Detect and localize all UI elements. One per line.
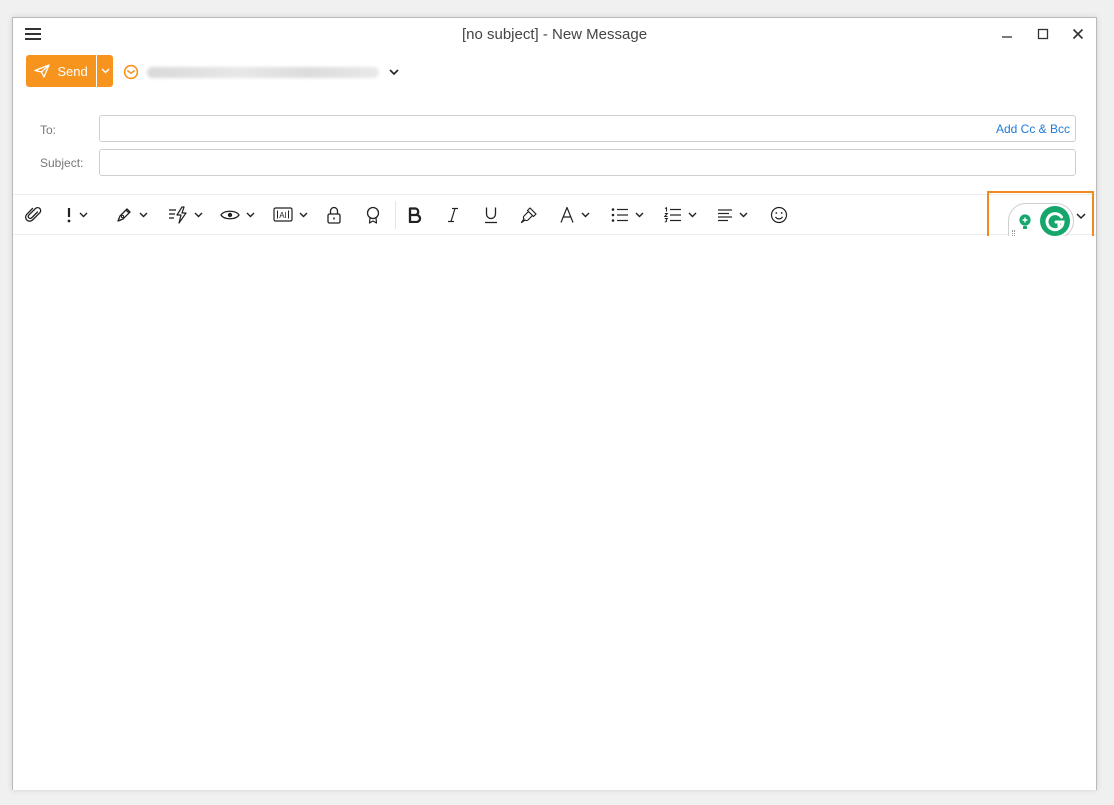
send-button-group: Send bbox=[26, 55, 113, 87]
grammarly-logo-icon bbox=[1040, 206, 1070, 236]
chevron-down-icon bbox=[101, 68, 109, 74]
subject-field[interactable] bbox=[99, 149, 1076, 176]
message-body-editor[interactable] bbox=[13, 236, 1096, 790]
toolbar-separator bbox=[395, 201, 396, 229]
send-icon bbox=[34, 64, 50, 78]
maximize-button[interactable] bbox=[1029, 24, 1057, 44]
compose-window: [no subject] - New Message Send To: Add … bbox=[12, 17, 1097, 790]
quick-text-icon bbox=[169, 206, 187, 224]
font-color-icon bbox=[560, 206, 574, 223]
chevron-down-icon bbox=[688, 212, 697, 218]
signature-button[interactable] bbox=[115, 204, 148, 226]
chevron-down-icon bbox=[389, 68, 399, 75]
chevron-down-icon bbox=[299, 212, 308, 218]
title-bar: [no subject] - New Message bbox=[13, 18, 1096, 50]
to-label: To: bbox=[40, 123, 57, 137]
attach-button[interactable] bbox=[25, 204, 43, 226]
certificate-icon bbox=[366, 206, 380, 224]
window-title: [no subject] - New Message bbox=[461, 26, 648, 43]
chevron-down-icon bbox=[194, 212, 203, 218]
to-field[interactable]: Add Cc & Bcc bbox=[99, 115, 1076, 142]
bold-button[interactable] bbox=[408, 204, 422, 226]
from-account-selector[interactable] bbox=[123, 62, 399, 82]
account-envelope-icon bbox=[123, 64, 139, 80]
formatting-toolbar: AI bbox=[13, 194, 1096, 235]
chevron-down-icon[interactable] bbox=[1076, 213, 1086, 220]
subject-input[interactable] bbox=[100, 150, 1075, 175]
numbered-list-button[interactable] bbox=[664, 204, 697, 226]
chevron-down-icon bbox=[79, 212, 88, 218]
encrypt-button[interactable] bbox=[326, 204, 342, 226]
from-account-blurred bbox=[147, 66, 379, 78]
chevron-down-icon bbox=[635, 212, 644, 218]
italic-button[interactable] bbox=[447, 204, 459, 226]
chevron-down-icon bbox=[246, 212, 255, 218]
quick-text-button[interactable] bbox=[168, 204, 203, 226]
attach-icon bbox=[25, 206, 42, 222]
lock-icon bbox=[327, 206, 341, 224]
format-painter-button[interactable] bbox=[520, 204, 538, 226]
grammarly-button[interactable] bbox=[1008, 203, 1074, 239]
align-button[interactable] bbox=[717, 204, 748, 226]
bullet-list-icon bbox=[611, 208, 628, 222]
send-label: Send bbox=[57, 63, 88, 79]
read-receipt-button[interactable] bbox=[220, 204, 255, 226]
svg-text:AI: AI bbox=[279, 211, 287, 220]
template-button[interactable]: AI bbox=[273, 204, 308, 226]
numbered-list-icon bbox=[664, 207, 681, 223]
template-icon: AI bbox=[273, 207, 293, 222]
subject-label: Subject: bbox=[40, 156, 84, 170]
close-button[interactable] bbox=[1064, 24, 1092, 44]
chevron-down-icon bbox=[739, 212, 748, 218]
italic-icon bbox=[448, 207, 458, 223]
signature-icon bbox=[117, 208, 131, 222]
priority-icon bbox=[67, 208, 71, 223]
close-icon bbox=[1072, 28, 1084, 40]
minimize-icon bbox=[1002, 36, 1012, 38]
send-button[interactable]: Send bbox=[26, 55, 96, 87]
underline-button[interactable] bbox=[484, 204, 498, 226]
priority-button[interactable] bbox=[65, 204, 88, 226]
add-cc-bcc-link[interactable]: Add Cc & Bcc bbox=[996, 122, 1070, 136]
lightbulb-icon bbox=[1019, 214, 1031, 229]
emoji-icon bbox=[770, 206, 788, 224]
underline-icon bbox=[485, 207, 497, 224]
bullet-list-button[interactable] bbox=[611, 204, 644, 226]
to-input[interactable] bbox=[100, 116, 1075, 141]
format-painter-icon bbox=[520, 207, 537, 224]
minimize-button[interactable] bbox=[993, 24, 1021, 44]
eye-icon bbox=[220, 210, 240, 220]
align-left-icon bbox=[718, 209, 732, 222]
chevron-down-icon bbox=[139, 212, 148, 218]
font-color-button[interactable] bbox=[559, 204, 590, 226]
chevron-down-icon bbox=[581, 212, 590, 218]
maximize-icon bbox=[1037, 28, 1049, 40]
emoji-button[interactable] bbox=[770, 204, 788, 226]
bold-icon bbox=[408, 207, 422, 223]
send-options-button[interactable] bbox=[96, 55, 113, 87]
certificate-button[interactable] bbox=[365, 204, 381, 226]
